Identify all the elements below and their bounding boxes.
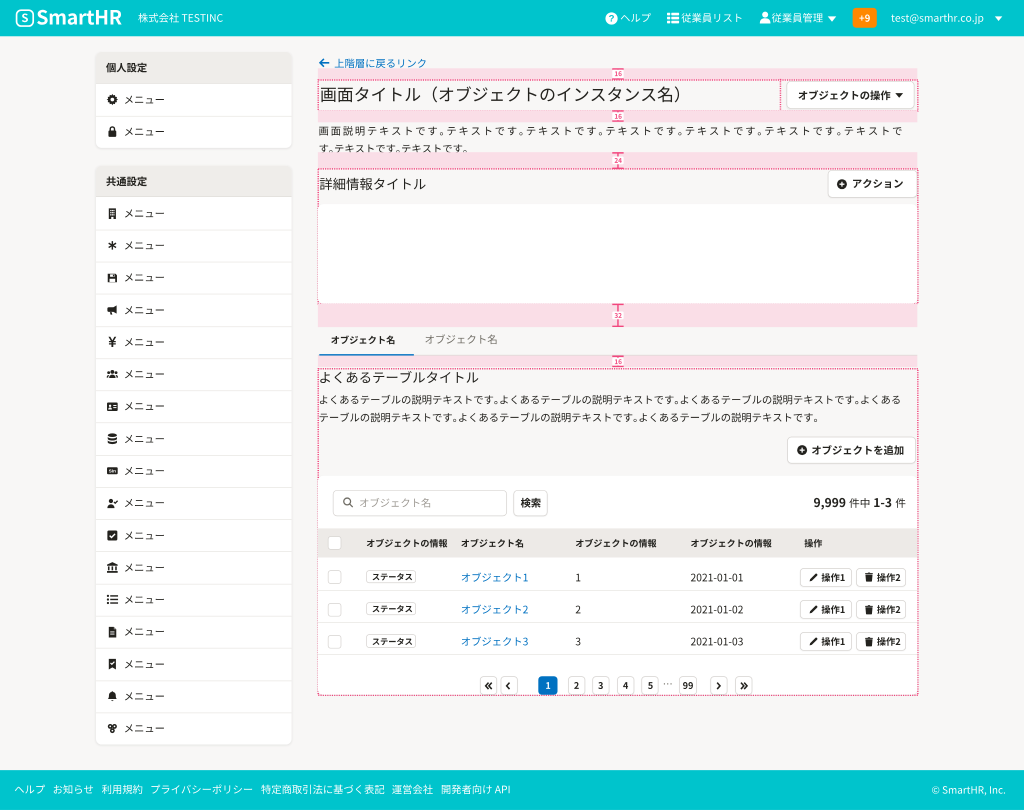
svg-text:?: ? — [609, 13, 615, 24]
svg-text:Sin: Sin — [109, 469, 116, 474]
